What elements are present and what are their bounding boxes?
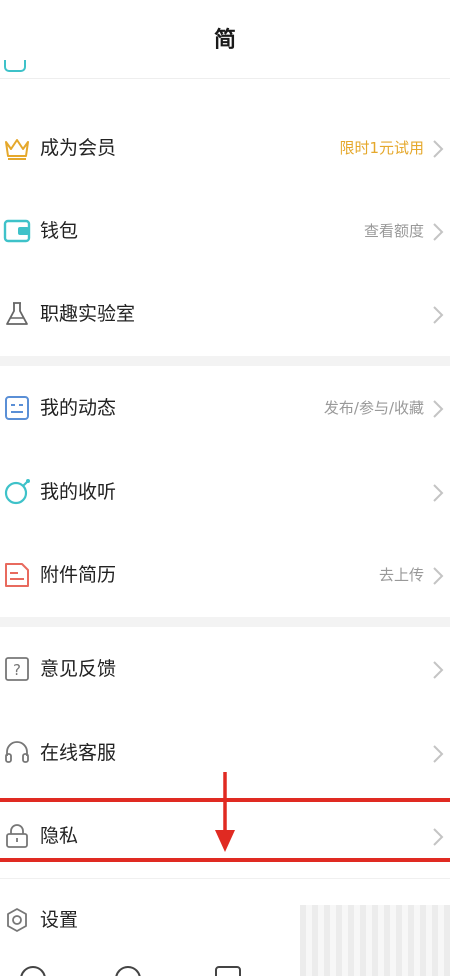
chevron-right-icon <box>433 140 444 158</box>
menu-item-label: 成为会员 <box>40 137 117 159</box>
section-gap <box>0 356 450 366</box>
nav-icon[interactable] <box>20 966 46 976</box>
chevron-right-icon <box>433 484 444 502</box>
clipped-menu-row <box>0 60 450 78</box>
menu-item-dynamics[interactable]: 我的动态 发布/参与/收藏 <box>0 366 450 450</box>
watermark-blur <box>300 905 450 976</box>
menu-item-member[interactable]: 成为会员 限时1元试用 <box>0 106 450 190</box>
menu-item-hint: 去上传 <box>378 566 424 584</box>
chevron-right-icon <box>433 223 444 241</box>
menu-item-label: 设置 <box>40 909 79 931</box>
flask-icon <box>6 302 28 325</box>
chevron-right-icon <box>433 306 444 324</box>
menu-item-lab[interactable]: 职趣实验室 <box>0 272 450 356</box>
menu-item-label: 钱包 <box>40 220 79 242</box>
bottom-nav-partial <box>0 960 300 976</box>
page-title: 简 <box>213 28 236 53</box>
menu-item-label: 在线客服 <box>40 742 117 764</box>
menu-item-resume[interactable]: 附件简历 去上传 <box>0 533 450 617</box>
chevron-right-icon <box>433 661 444 679</box>
page-header: 简 <box>0 0 450 78</box>
arrow-down-icon <box>215 772 235 852</box>
headset-icon <box>5 741 29 763</box>
menu-item-label: 附件简历 <box>40 564 117 586</box>
svg-text:?: ? <box>13 661 21 679</box>
menu-item-hint: 限时1元试用 <box>339 139 424 157</box>
menu-item-label: 我的收听 <box>40 481 117 503</box>
menu-item-label: 意见反馈 <box>40 658 117 680</box>
question-icon: ? <box>5 657 29 681</box>
crown-icon <box>5 139 29 160</box>
nav-icon[interactable] <box>215 966 241 976</box>
divider <box>0 78 450 79</box>
document-icon <box>5 563 29 587</box>
menu-item-feedback[interactable]: ? 意见反馈 <box>0 627 450 711</box>
menu-item-hint: 发布/参与/收藏 <box>323 399 424 417</box>
chevron-right-icon <box>433 745 444 763</box>
menu-item-hint: 查看额度 <box>363 222 424 240</box>
menu-item-label: 我的动态 <box>40 397 117 419</box>
chevron-right-icon <box>433 400 444 418</box>
menu-item-wallet[interactable]: 钱包 查看额度 <box>0 189 450 273</box>
chevron-right-icon <box>433 567 444 585</box>
clipped-row-icon <box>4 60 26 72</box>
section-gap <box>0 617 450 627</box>
wallet-icon <box>3 219 31 243</box>
gear-icon <box>7 908 27 932</box>
nav-icon[interactable] <box>115 966 141 976</box>
list-icon <box>5 396 29 420</box>
menu-item-listening[interactable]: 我的收听 <box>0 450 450 534</box>
headphone-circle-icon <box>4 479 30 505</box>
menu-item-label: 职趣实验室 <box>40 303 136 325</box>
